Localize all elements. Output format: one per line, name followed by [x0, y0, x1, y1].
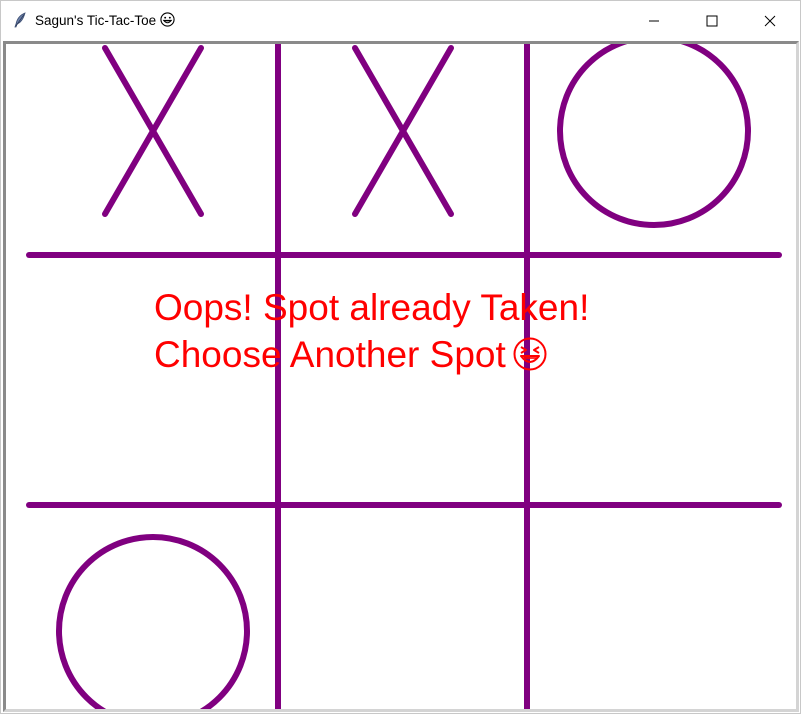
o-mark-r3c1 — [56, 534, 250, 709]
maximize-button[interactable] — [689, 1, 735, 40]
grinning-face-icon — [160, 12, 175, 28]
feather-icon — [14, 12, 26, 28]
status-message: Oops! Spot already Taken! Choose Another… — [154, 284, 589, 378]
x-mark-r1c1 — [102, 45, 204, 217]
window-title: Sagun's Tic-Tac-Toe — [35, 1, 175, 40]
window-title-text: Sagun's Tic-Tac-Toe — [35, 13, 157, 28]
close-icon — [764, 15, 776, 26]
app-window: Sagun's Tic-Tac-Toe Oops! Spot already T… — [0, 0, 801, 714]
status-message-line2-row: Choose Another Spot — [154, 331, 589, 378]
status-message-line2: Choose Another Spot — [154, 334, 506, 375]
close-button[interactable] — [747, 1, 793, 40]
status-message-line1: Oops! Spot already Taken! — [154, 287, 590, 328]
minimize-icon — [649, 20, 659, 21]
title-bar[interactable]: Sagun's Tic-Tac-Toe — [1, 1, 800, 40]
minimize-button[interactable] — [631, 1, 677, 40]
squinting-laughing-face-icon — [513, 337, 547, 371]
x-mark-r1c2 — [352, 45, 454, 217]
o-mark-r1c3 — [557, 44, 751, 228]
game-canvas[interactable]: Oops! Spot already Taken! Choose Another… — [3, 41, 799, 712]
maximize-icon — [706, 15, 718, 26]
